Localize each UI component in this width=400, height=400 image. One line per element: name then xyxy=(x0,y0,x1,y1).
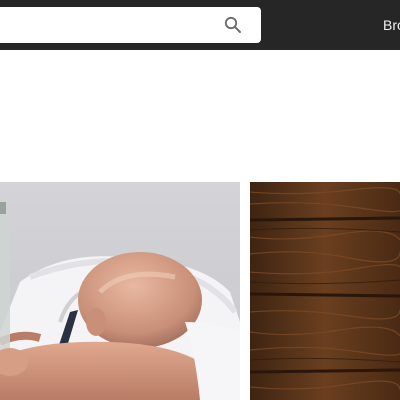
photo-wood-planks xyxy=(250,182,400,400)
search-box xyxy=(0,7,261,43)
top-navigation-bar: Bro xyxy=(0,0,400,50)
image-tile-wood-texture[interactable] xyxy=(250,182,400,400)
search-icon[interactable] xyxy=(224,16,242,34)
search-input[interactable] xyxy=(4,7,214,43)
nav-link-browse[interactable]: Bro xyxy=(383,16,400,34)
image-tile-man-sleeping[interactable] xyxy=(0,182,240,400)
photo-man-sleeping xyxy=(0,182,240,400)
